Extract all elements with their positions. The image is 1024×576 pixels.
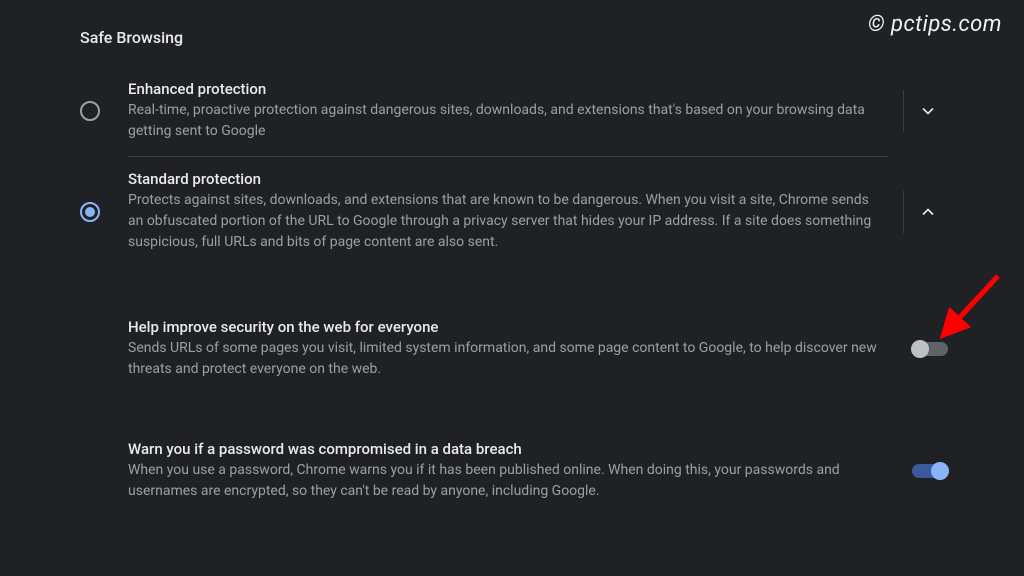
sub-title: Help improve security on the web for eve… (128, 318, 892, 336)
radio-standard[interactable] (80, 202, 100, 222)
option-desc: Protects against sites, downloads, and e… (128, 190, 881, 253)
toggle-password-breach[interactable] (912, 464, 948, 478)
radio-enhanced[interactable] (80, 101, 100, 121)
vertical-separator (903, 90, 904, 132)
expand-enhanced[interactable] (906, 89, 950, 133)
collapse-standard[interactable] (906, 190, 950, 234)
settings-page: © pctips.com Safe Browsing Enhanced prot… (0, 0, 1024, 576)
sub-desc: When you use a password, Chrome warns yo… (128, 460, 892, 502)
option-desc: Real-time, proactive protection against … (128, 100, 881, 142)
sub-title: Warn you if a password was compromised i… (128, 440, 892, 458)
annotation-arrow (940, 268, 1010, 348)
option-title: Enhanced protection (128, 80, 881, 98)
option-standard-text: Standard protection Protects against sit… (128, 170, 899, 253)
chevron-up-icon (918, 202, 938, 222)
sub-improve-text: Help improve security on the web for eve… (128, 318, 912, 380)
section-title: Safe Browsing (80, 28, 183, 47)
option-title: Standard protection (128, 170, 881, 188)
chevron-down-icon (918, 101, 938, 121)
option-enhanced[interactable]: Enhanced protection Real-time, proactive… (80, 80, 950, 142)
option-standard[interactable]: Standard protection Protects against sit… (80, 170, 950, 253)
sub-breach-text: Warn you if a password was compromised i… (128, 440, 912, 502)
watermark: © pctips.com (868, 12, 1002, 37)
sub-password-breach: Warn you if a password was compromised i… (128, 440, 948, 502)
vertical-separator (903, 191, 904, 233)
sub-desc: Sends URLs of some pages you visit, limi… (128, 338, 892, 380)
separator (128, 156, 888, 157)
option-enhanced-text: Enhanced protection Real-time, proactive… (128, 80, 899, 142)
sub-improve-security: Help improve security on the web for eve… (128, 318, 948, 380)
